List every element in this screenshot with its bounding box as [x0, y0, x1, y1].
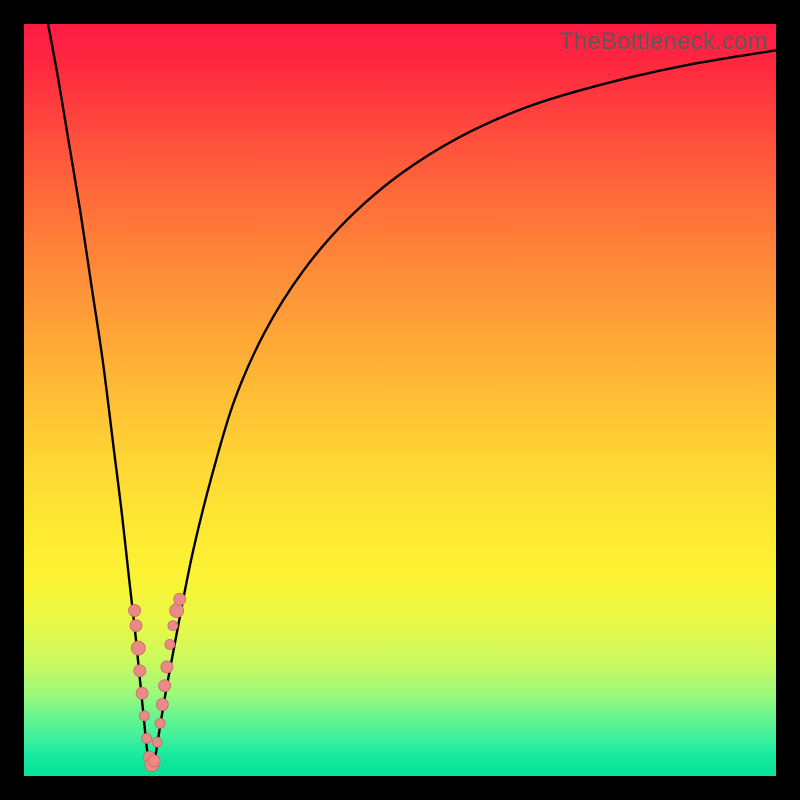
data-marker: [161, 661, 173, 673]
data-marker: [139, 711, 149, 721]
data-marker: [130, 620, 142, 632]
data-marker: [170, 604, 184, 618]
data-marker: [165, 639, 175, 649]
data-marker: [156, 699, 168, 711]
curve-right-branch: [154, 50, 776, 764]
data-marker: [129, 605, 141, 617]
plot-area: TheBottleneck.com: [24, 24, 776, 776]
data-marker: [136, 687, 148, 699]
data-marker: [134, 665, 146, 677]
data-marker: [131, 641, 145, 655]
marker-group: [129, 593, 186, 771]
curve-svg: [24, 24, 776, 776]
data-marker: [152, 737, 162, 747]
data-marker: [148, 755, 160, 767]
data-marker: [168, 621, 178, 631]
data-marker: [142, 733, 152, 743]
data-marker: [174, 593, 186, 605]
data-marker: [159, 680, 171, 692]
chart-frame: TheBottleneck.com: [0, 0, 800, 800]
data-marker: [155, 718, 165, 728]
